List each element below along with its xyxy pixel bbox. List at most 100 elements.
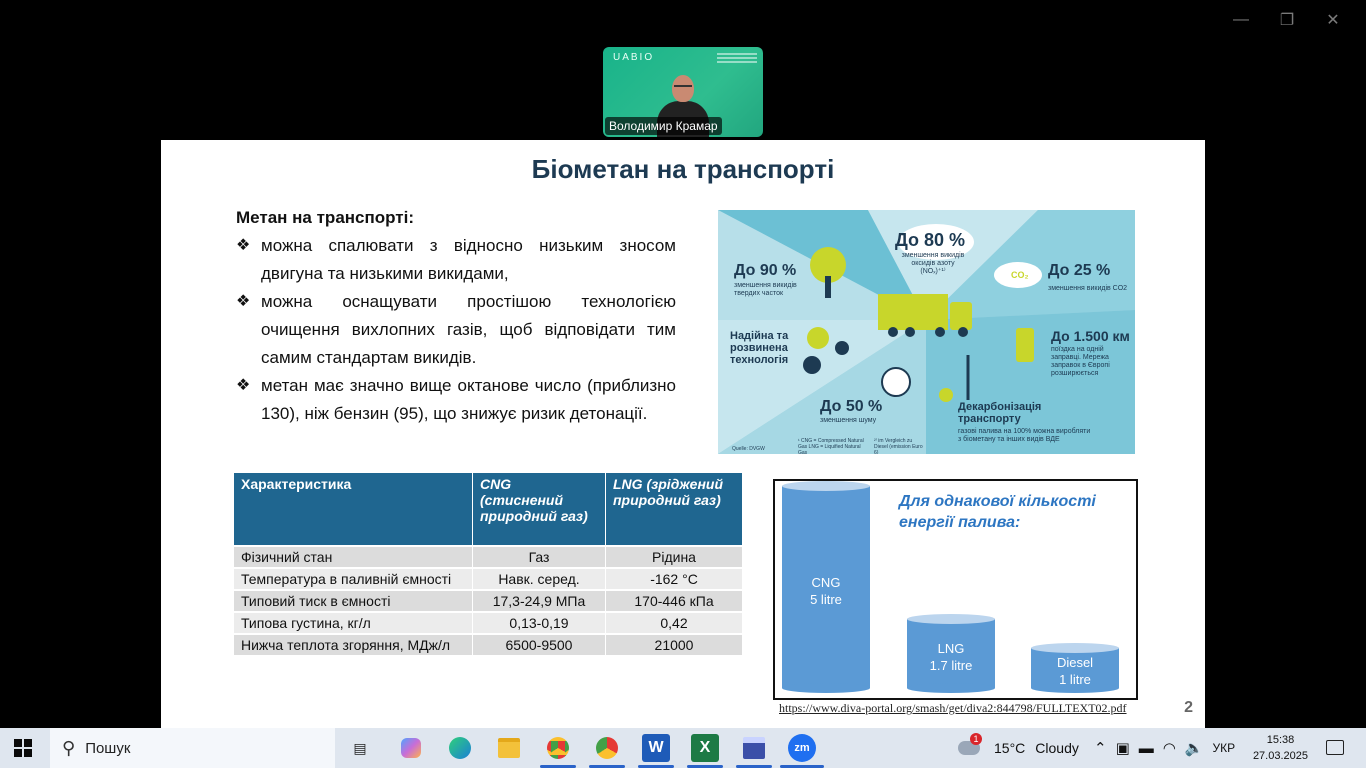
copilot-icon[interactable] bbox=[397, 734, 425, 762]
table-cell: 6500-9500 bbox=[472, 633, 606, 655]
slide-title: Біометан на транспорті bbox=[531, 154, 835, 184]
column-header: CNG (стиснений природний газ) bbox=[472, 473, 606, 546]
taskbar-search-box[interactable]: ⚲ Пошук bbox=[50, 728, 335, 768]
co2-label: зменшення викидів CO2 bbox=[1048, 285, 1128, 292]
table-cell: Типовий тиск в ємності bbox=[234, 589, 473, 612]
table-cell: Нижча теплота згоряння, МДж/л bbox=[234, 633, 473, 655]
fuel-cylinder-diesel: Diesel 1 litre bbox=[1031, 643, 1119, 693]
intro-heading: Метан на транспорті: bbox=[236, 208, 415, 227]
temperature: 15°C bbox=[994, 740, 1026, 756]
weather-alert-badge: 1 bbox=[970, 733, 982, 745]
battery-icon[interactable]: ▬ bbox=[1139, 740, 1154, 757]
minimize-button[interactable]: — bbox=[1218, 8, 1264, 32]
table-cell: 17,3-24,9 МПа bbox=[472, 589, 606, 612]
table-cell: -162 °C bbox=[605, 567, 743, 590]
fuel-cylinder-label: Diesel 1 litre bbox=[1056, 655, 1094, 687]
table-row: Типовий тиск в ємності 17,3-24,9 МПа 170… bbox=[234, 589, 743, 612]
close-button[interactable]: ✕ bbox=[1310, 8, 1356, 32]
decarb-title: Декарбонізація транспорту bbox=[958, 401, 1042, 425]
input-language[interactable]: УКР bbox=[1213, 741, 1236, 755]
participant-video-tile[interactable]: UABIO Володимир Крамар bbox=[603, 47, 763, 137]
tech-label: Надійна та розвинена технологія bbox=[730, 330, 789, 366]
co2-cloud-label: CO₂ bbox=[1011, 270, 1029, 280]
footnote-source: Quelle: DVGW bbox=[732, 446, 765, 452]
table-row: Нижча теплота згоряння, МДж/л 6500-9500 … bbox=[234, 633, 743, 655]
noise-value: До 50 % bbox=[820, 398, 883, 415]
windows-start-button[interactable] bbox=[14, 739, 32, 757]
decarb-label: газові палива на 100% можна виробляти з … bbox=[958, 428, 1091, 443]
fuel-cylinder-label: CNG 5 litre bbox=[810, 575, 842, 607]
bullet-item: ❖ можна оснащувати простішою технологією … bbox=[236, 288, 676, 372]
bullet-icon: ❖ bbox=[236, 377, 251, 394]
table-cell: 21000 bbox=[605, 633, 743, 655]
save-app-icon[interactable] bbox=[740, 734, 768, 762]
table-cell: Рідина bbox=[605, 545, 743, 568]
volume-icon[interactable]: 🔈 bbox=[1185, 739, 1204, 757]
table-row: Температура в паливній ємності Навк. сер… bbox=[234, 567, 743, 590]
search-icon: ⚲ bbox=[62, 737, 76, 758]
clock-time: 15:38 bbox=[1266, 734, 1295, 746]
task-view-icon[interactable]: ▤ bbox=[346, 734, 374, 762]
excel-icon[interactable]: X bbox=[691, 734, 719, 762]
meet-now-icon[interactable]: ▣ bbox=[1116, 739, 1130, 757]
fuel-cylinder-cng: CNG 5 litre bbox=[782, 481, 870, 693]
nox-label: зменшення викидів оксидів азоту (NOₓ)⁺¹⁾ bbox=[901, 252, 965, 275]
nox-value: До 80 % bbox=[895, 230, 966, 250]
restore-button[interactable]: ❐ bbox=[1264, 8, 1310, 32]
search-placeholder: Пошук bbox=[85, 739, 131, 757]
table-cell: Навк. серед. bbox=[472, 567, 606, 590]
taskbar: ⚲ Пошук ▤ W X zm 1 15°C Cloudy ⌃ ▣ ▬ ◠ 🔈… bbox=[0, 728, 1366, 768]
taskbar-clock[interactable]: 15:38 27.03.2025 bbox=[1253, 732, 1308, 764]
table-cell: 0,42 bbox=[605, 611, 743, 634]
column-header: LNG (зріджений природний газ) bbox=[605, 473, 743, 546]
chrome-icon[interactable] bbox=[544, 734, 572, 762]
footnote-reference: ²⁾ im Vergleich zu Diesel (emission Euro… bbox=[874, 438, 923, 454]
table-cell: Фізичний стан bbox=[234, 545, 473, 568]
file-explorer-icon[interactable] bbox=[495, 734, 523, 762]
benefits-infographic: До 90 % зменшення викидів твердих часток… bbox=[718, 210, 1135, 454]
wifi-icon[interactable]: ◠ bbox=[1163, 739, 1176, 757]
fuel-cylinder-lng: LNG 1.7 litre bbox=[907, 614, 995, 693]
slide-page-number: 2 bbox=[1184, 699, 1193, 716]
noise-label: зменшення шуму bbox=[820, 417, 877, 424]
range-value: До 1.500 км bbox=[1051, 328, 1130, 344]
table-header-row: Характеристика CNG (стиснений природний … bbox=[234, 473, 743, 546]
weather-widget[interactable]: 1 15°C Cloudy bbox=[958, 728, 1079, 768]
table-cell: Температура в паливній ємності bbox=[234, 567, 473, 590]
bullet-item: ❖ метан має значно вище октанове число (п… bbox=[236, 372, 676, 428]
chevron-up-icon[interactable]: ⌃ bbox=[1094, 739, 1107, 757]
particles-value: До 90 % bbox=[734, 262, 797, 279]
bullet-item: ❖ можна спалювати з відносно низьким знос… bbox=[236, 232, 676, 288]
notification-icon[interactable] bbox=[1326, 740, 1344, 755]
logo-tagline bbox=[717, 53, 757, 63]
column-header: Характеристика bbox=[234, 473, 473, 546]
fuel-volume-comparison: Для однакової кількості енергії палива: … bbox=[773, 479, 1138, 700]
participant-name: Володимир Крамар bbox=[605, 117, 722, 135]
range-label: поїздка на одній заправці. Мережа заправ… bbox=[1051, 346, 1110, 377]
window-controls: — ❐ ✕ bbox=[1218, 8, 1356, 32]
table-row: Типова густина, кг/л 0,13-0,19 0,42 bbox=[234, 611, 743, 634]
source-link[interactable]: https://www.diva-portal.org/smash/get/di… bbox=[779, 701, 1127, 716]
zoom-icon[interactable]: zm bbox=[788, 734, 816, 762]
edge-icon[interactable] bbox=[446, 734, 474, 762]
particles-label: зменшення викидів твердих часток bbox=[734, 282, 797, 297]
word-icon[interactable]: W bbox=[642, 734, 670, 762]
uabio-logo: UABIO bbox=[613, 52, 655, 63]
footnote-cng: ¹ CNG = Compressed Natural Gas LNG = Liq… bbox=[798, 438, 864, 454]
table-cell: Газ bbox=[472, 545, 606, 568]
table-cell: 0,13-0,19 bbox=[472, 611, 606, 634]
table-cell: 170-446 кПа bbox=[605, 589, 743, 612]
table-row: Фізичний стан Газ Рідина bbox=[234, 545, 743, 568]
fuel-comparison-title: Для однакової кількості енергії палива: bbox=[899, 493, 1096, 531]
table-cell: Типова густина, кг/л bbox=[234, 611, 473, 634]
system-tray: ⌃ ▣ ▬ ◠ 🔈 УКР bbox=[1094, 728, 1235, 768]
cng-lng-comparison-table: Характеристика CNG (стиснений природний … bbox=[234, 473, 743, 655]
co2-value: До 25 % bbox=[1048, 262, 1111, 279]
intro-text: Метан на транспорті: ❖ можна спалювати з … bbox=[236, 208, 676, 428]
bullet-icon: ❖ bbox=[236, 293, 251, 310]
clock-date: 27.03.2025 bbox=[1252, 750, 1308, 762]
weather-condition: Cloudy bbox=[1035, 740, 1079, 756]
shared-slide: Біометан на транспорті Метан на транспор… bbox=[161, 140, 1205, 728]
bullet-icon: ❖ bbox=[236, 237, 251, 254]
chrome-profile-icon[interactable] bbox=[593, 734, 621, 762]
